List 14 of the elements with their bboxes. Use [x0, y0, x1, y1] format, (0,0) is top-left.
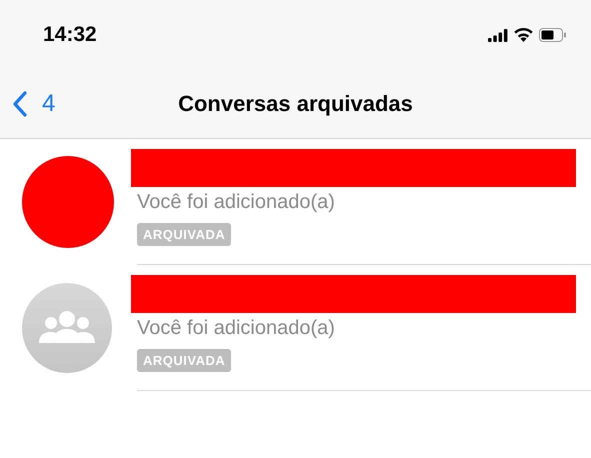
message-preview: Você foi adicionado(a): [137, 317, 336, 340]
archived-badge: ARQUIVADA: [137, 223, 232, 246]
message-preview: Você foi adicionado(a): [137, 191, 336, 214]
wifi-icon: [514, 28, 533, 42]
group-avatar-icon: [22, 283, 112, 373]
archived-badge: ARQUIVADA: [137, 349, 232, 372]
battery-icon: [539, 28, 567, 42]
chevron-left-icon: [12, 91, 28, 117]
chat-row[interactable]: Você foi adicionado(a) ARQUIVADA: [0, 265, 591, 391]
screen-title: Conversas arquivadas: [178, 91, 413, 116]
status-time: 14:32: [43, 23, 97, 47]
signal-icon: [488, 28, 508, 42]
chat-row[interactable]: Você foi adicionado(a) ARQUIVADA: [0, 139, 591, 265]
back-button[interactable]: 4: [12, 90, 56, 118]
